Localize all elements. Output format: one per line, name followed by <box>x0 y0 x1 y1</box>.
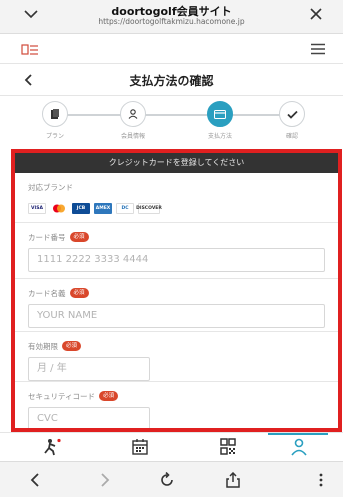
check-icon <box>279 101 305 127</box>
cvc-label-row: セキュリティコード 必須 <box>28 390 325 402</box>
card-number-input[interactable]: 1111 2222 3333 4444 <box>28 248 325 272</box>
golfer-icon[interactable] <box>42 438 62 456</box>
step-member-info: 会員情報 <box>103 101 163 140</box>
required-badge: 必須 <box>69 232 89 242</box>
browser-top-bar: doortogolf会員サイト https://doortogolftakmiz… <box>0 0 343 34</box>
step-label: 会員情報 <box>120 133 145 140</box>
card-name-section: カード名義 必須 YOUR NAME <box>15 279 338 332</box>
card-number-label-row: カード番号 必須 <box>28 231 325 243</box>
cvc-section: セキュリティコード 必須 CVC <box>15 382 338 428</box>
browser-bottom-bar <box>0 461 343 497</box>
card-number-label: カード番号 <box>28 232 66 242</box>
amex-logo-icon: AMEX <box>94 202 112 214</box>
back-icon[interactable] <box>27 472 43 488</box>
person-icon <box>120 101 146 127</box>
visa-logo-icon: VISA <box>28 202 46 214</box>
checkout-steps: プラン 会員情報 支払方法 確認 <box>0 96 343 141</box>
browser-url: https://doortogolftakmizu.hacomone.jp <box>98 17 245 26</box>
cvc-label: セキュリティコード <box>28 391 96 401</box>
hamburger-menu-icon[interactable] <box>311 43 325 55</box>
dc-logo-icon: DC <box>116 202 134 214</box>
active-tab-indicator <box>268 433 328 435</box>
card-icon <box>207 101 233 127</box>
qr-code-icon[interactable] <box>218 438 238 456</box>
required-badge: 必須 <box>69 288 89 298</box>
brand-logo-icon[interactable] <box>21 44 39 56</box>
step-confirm: 確認 <box>262 101 322 140</box>
step-payment: 支払方法 <box>190 101 250 140</box>
required-badge: 必須 <box>99 391 119 401</box>
app-header <box>0 34 343 64</box>
reload-icon[interactable] <box>159 472 175 488</box>
brand-list: VISA JCB AMEX DC DISCOVER <box>28 197 325 219</box>
page-title: 支払方法の確認 <box>129 74 214 88</box>
credit-card-form: クレジットカードを登録してください 対応ブランド VISA JCB AMEX D… <box>11 149 342 432</box>
cvc-input[interactable]: CVC <box>28 407 150 428</box>
calendar-icon[interactable] <box>130 438 150 456</box>
mastercard-logo-icon <box>50 202 68 214</box>
expiry-label-row: 有効期限 必須 <box>28 340 325 352</box>
step-label: 確認 <box>285 133 298 140</box>
more-icon[interactable] <box>313 472 329 488</box>
expiry-section: 有効期限 必須 月 / 年 <box>15 332 338 382</box>
step-plan: プラン <box>25 101 85 140</box>
card-number-section: カード番号 必須 1111 2222 3333 4444 <box>15 223 338 279</box>
jcb-logo-icon: JCB <box>72 202 90 214</box>
close-icon[interactable] <box>307 5 325 23</box>
page-nav-row: 支払方法の確認 <box>0 64 343 96</box>
expiry-label: 有効期限 <box>28 341 58 351</box>
card-name-input[interactable]: YOUR NAME <box>28 304 325 328</box>
brands-section: 対応ブランド VISA JCB AMEX DC DISCOVER <box>15 173 338 223</box>
forward-icon[interactable] <box>97 472 113 488</box>
step-label: プラン <box>45 133 64 140</box>
form-heading: クレジットカードを登録してください <box>15 153 338 173</box>
required-badge: 必須 <box>62 341 82 351</box>
card-name-label: カード名義 <box>28 288 66 298</box>
share-icon[interactable] <box>225 472 241 488</box>
card-name-label-row: カード名義 必須 <box>28 287 325 299</box>
brands-label: 対応ブランド <box>28 182 73 192</box>
discover-logo-icon: DISCOVER <box>136 202 162 214</box>
step-label: 支払方法 <box>207 133 232 140</box>
document-icon <box>42 101 68 127</box>
bottom-tab-bar <box>0 432 343 461</box>
person-icon[interactable] <box>289 438 309 456</box>
step-connector <box>54 114 289 116</box>
expiry-input[interactable]: 月 / 年 <box>28 357 150 381</box>
